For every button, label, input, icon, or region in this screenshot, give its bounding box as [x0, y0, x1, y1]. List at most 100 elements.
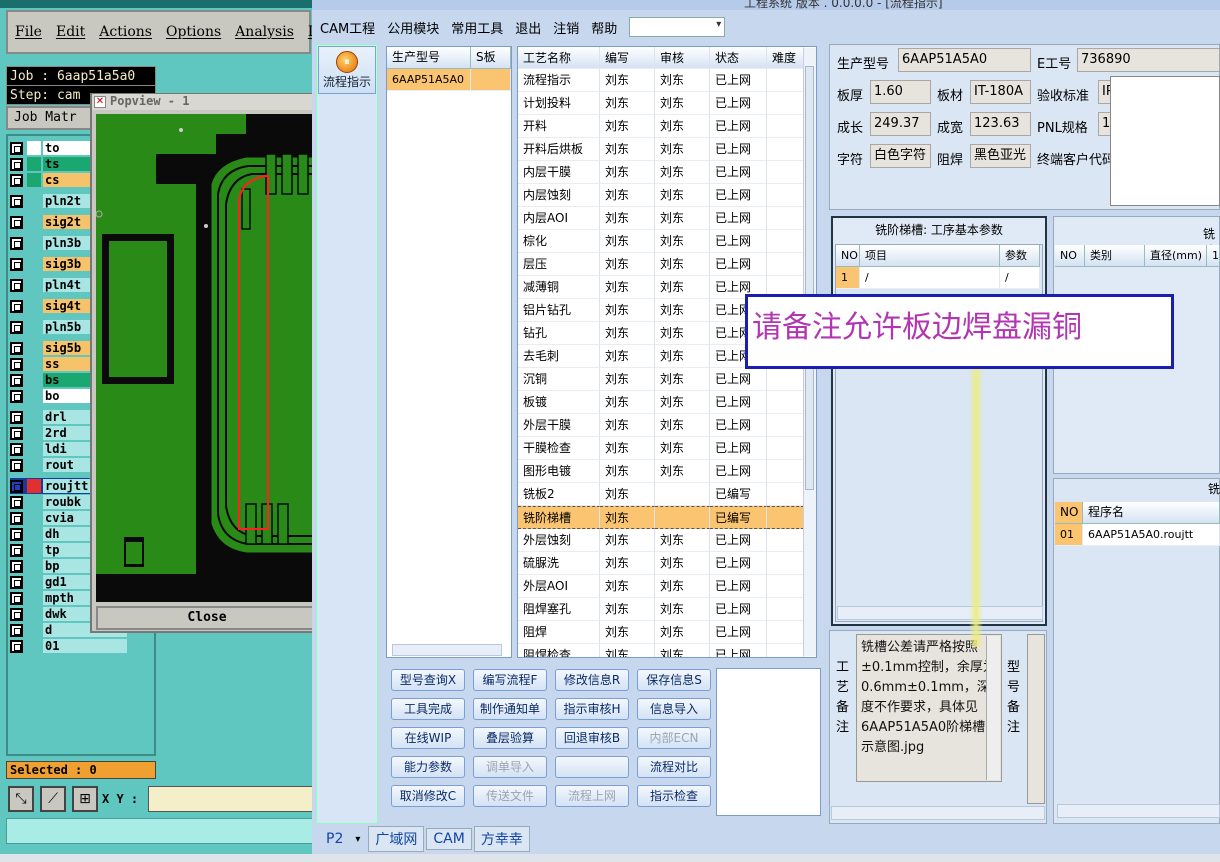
- close-button[interactable]: Close: [96, 606, 318, 630]
- process-grid-header[interactable]: 工艺名称: [518, 47, 600, 69]
- measure-icon[interactable]: ⟋: [40, 786, 66, 812]
- bottom-tab[interactable]: 方幸幸: [473, 826, 530, 852]
- action-button[interactable]: 在线WIP: [391, 727, 465, 749]
- layer-checkbox[interactable]: [10, 157, 23, 171]
- program-grid-header[interactable]: NO: [1055, 502, 1083, 524]
- step-grid-header[interactable]: 参数: [1000, 245, 1040, 267]
- layer-checkbox[interactable]: [10, 426, 23, 440]
- process-row[interactable]: 内层蚀刻 刘东 刘东 已上网: [518, 184, 816, 207]
- cam-menu-item[interactable]: Analysis: [228, 24, 301, 40]
- process-row[interactable]: 内层AOI 刘东 刘东 已上网: [518, 207, 816, 230]
- action-button[interactable]: 能力参数: [391, 756, 465, 778]
- process-row[interactable]: 内层干膜 刘东 刘东 已上网: [518, 161, 816, 184]
- process-grid-header[interactable]: 审核: [655, 47, 710, 69]
- layer-checkbox[interactable]: [10, 591, 23, 605]
- model-notes-box[interactable]: [1027, 634, 1045, 804]
- process-row[interactable]: 沉铜 刘东 刘东 已上网: [518, 368, 816, 391]
- app-menu-item[interactable]: 公用模块: [387, 18, 439, 37]
- layer-checkbox[interactable]: [10, 278, 23, 292]
- layer-checkbox[interactable]: [10, 639, 23, 653]
- action-button[interactable]: 回退审核B: [555, 727, 629, 749]
- action-button[interactable]: 编写流程F: [473, 669, 547, 691]
- process-grid-header[interactable]: 编写: [600, 47, 655, 69]
- process-row[interactable]: 铣阶梯槽 刘东 已编写: [518, 506, 816, 529]
- char-field[interactable]: 白色字符: [870, 144, 931, 168]
- app-menu-item[interactable]: 帮助: [591, 18, 617, 37]
- tab-dropdown-icon[interactable]: ▾: [355, 834, 360, 845]
- pcb-view[interactable]: [96, 114, 318, 602]
- action-button[interactable]: 修改信息R: [555, 669, 629, 691]
- action-button[interactable]: 流程对比: [637, 756, 711, 778]
- layer-checkbox[interactable]: [10, 607, 23, 621]
- layer-checkbox[interactable]: [10, 341, 23, 355]
- layer-checkbox[interactable]: [10, 173, 23, 187]
- program-grid-header[interactable]: 程序名: [1083, 502, 1220, 524]
- action-button[interactable]: 传送文件: [473, 785, 547, 807]
- process-row[interactable]: 阻焊检查 刘东 刘东 已上网: [518, 644, 816, 657]
- right-grid-header[interactable]: 类别: [1085, 245, 1145, 267]
- model-grid-hscrollbar[interactable]: [392, 644, 502, 656]
- model-grid-header[interactable]: 生产型号: [387, 47, 471, 69]
- process-notes-text[interactable]: 铣槽公差请严格按照±0.1mm控制，余厚为0.6mm±0.1mm，深度不作要求，…: [856, 634, 1002, 782]
- layer-checkbox[interactable]: [10, 410, 23, 424]
- action-button[interactable]: 制作通知单: [473, 698, 547, 720]
- right-grid-header[interactable]: 直径(mm): [1145, 245, 1207, 267]
- right-grid-header[interactable]: 1: [1207, 245, 1220, 267]
- layer-checkbox[interactable]: [10, 559, 23, 573]
- layer-checkbox[interactable]: [10, 236, 23, 250]
- process-row[interactable]: 外层干膜 刘东 刘东 已上网: [518, 414, 816, 437]
- process-row[interactable]: 棕化 刘东 刘东 已上网: [518, 230, 816, 253]
- cam-menu-item[interactable]: Options: [159, 24, 228, 40]
- action-button[interactable]: 内部ECN: [637, 727, 711, 749]
- layer-checkbox[interactable]: [10, 543, 23, 557]
- thick-field[interactable]: 1.60: [870, 80, 931, 104]
- app-menu-item[interactable]: CAM工程: [320, 18, 375, 37]
- cam-menu-item[interactable]: File: [8, 24, 49, 40]
- program-grid-hscrollbar[interactable]: [1057, 804, 1220, 818]
- action-button[interactable]: 叠层验算: [473, 727, 547, 749]
- layer-checkbox[interactable]: [10, 527, 23, 541]
- layer-checkbox[interactable]: [10, 511, 23, 525]
- layer-checkbox[interactable]: [10, 357, 23, 371]
- layer-checkbox[interactable]: [10, 458, 23, 472]
- action-button[interactable]: 取消修改C: [391, 785, 465, 807]
- app-menu-item[interactable]: 常用工具: [451, 18, 503, 37]
- layer-checkbox[interactable]: [10, 389, 23, 403]
- cam-menu-item[interactable]: Edit: [49, 24, 92, 40]
- action-button[interactable]: 流程上网: [555, 785, 629, 807]
- step-grid-row[interactable]: 1//: [836, 267, 1042, 289]
- process-row[interactable]: 硫脲洗 刘东 刘东 已上网: [518, 552, 816, 575]
- process-row[interactable]: 干膜检查 刘东 刘东 已上网: [518, 437, 816, 460]
- process-row[interactable]: 板镀 刘东 刘东 已上网: [518, 391, 816, 414]
- app-menu-item[interactable]: 退出: [515, 18, 541, 37]
- process-row[interactable]: 层压 刘东 刘东 已上网: [518, 253, 816, 276]
- process-row[interactable]: 外层蚀刻 刘东 刘东 已上网: [518, 529, 816, 552]
- layer-checkbox[interactable]: [10, 215, 23, 229]
- process-grid-header[interactable]: 状态: [710, 47, 767, 69]
- mask-field[interactable]: 黑色亚光: [970, 144, 1031, 168]
- layer-checkbox[interactable]: [10, 442, 23, 456]
- action-button[interactable]: 调单导入: [473, 756, 547, 778]
- layer-checkbox[interactable]: [10, 623, 23, 637]
- menu-dropdown[interactable]: [629, 17, 726, 37]
- model-grid-header[interactable]: S板: [471, 47, 511, 69]
- layer-checkbox[interactable]: [10, 257, 23, 271]
- process-grid-scroll-thumb[interactable]: [805, 66, 814, 490]
- wid-field[interactable]: 123.63: [970, 112, 1031, 136]
- action-button[interactable]: 型号查询X: [391, 669, 465, 691]
- process-row[interactable]: 阻焊塞孔 刘东 刘东 已上网: [518, 598, 816, 621]
- process-row[interactable]: 阻焊 刘东 刘东 已上网: [518, 621, 816, 644]
- bottom-tab[interactable]: 广域网: [368, 826, 425, 852]
- bottom-tab[interactable]: CAM: [426, 828, 472, 850]
- notes-scrollbar[interactable]: [986, 636, 1000, 780]
- process-row[interactable]: 计划投料 刘东 刘东 已上网: [518, 92, 816, 115]
- action-button[interactable]: 信息导入: [637, 698, 711, 720]
- customer-code-box[interactable]: [1110, 76, 1220, 206]
- cam-menu-item[interactable]: Actions: [92, 24, 159, 40]
- process-row[interactable]: 流程指示 刘东 刘东 已上网: [518, 69, 816, 92]
- process-row[interactable]: 开料后烘板 刘东 刘东 已上网: [518, 138, 816, 161]
- step-grid-hscrollbar[interactable]: [837, 606, 1043, 620]
- layer-checkbox[interactable]: [10, 479, 23, 493]
- flow-indicator-button[interactable]: ⏸ 流程指示: [318, 46, 376, 94]
- xy-input[interactable]: [148, 786, 318, 812]
